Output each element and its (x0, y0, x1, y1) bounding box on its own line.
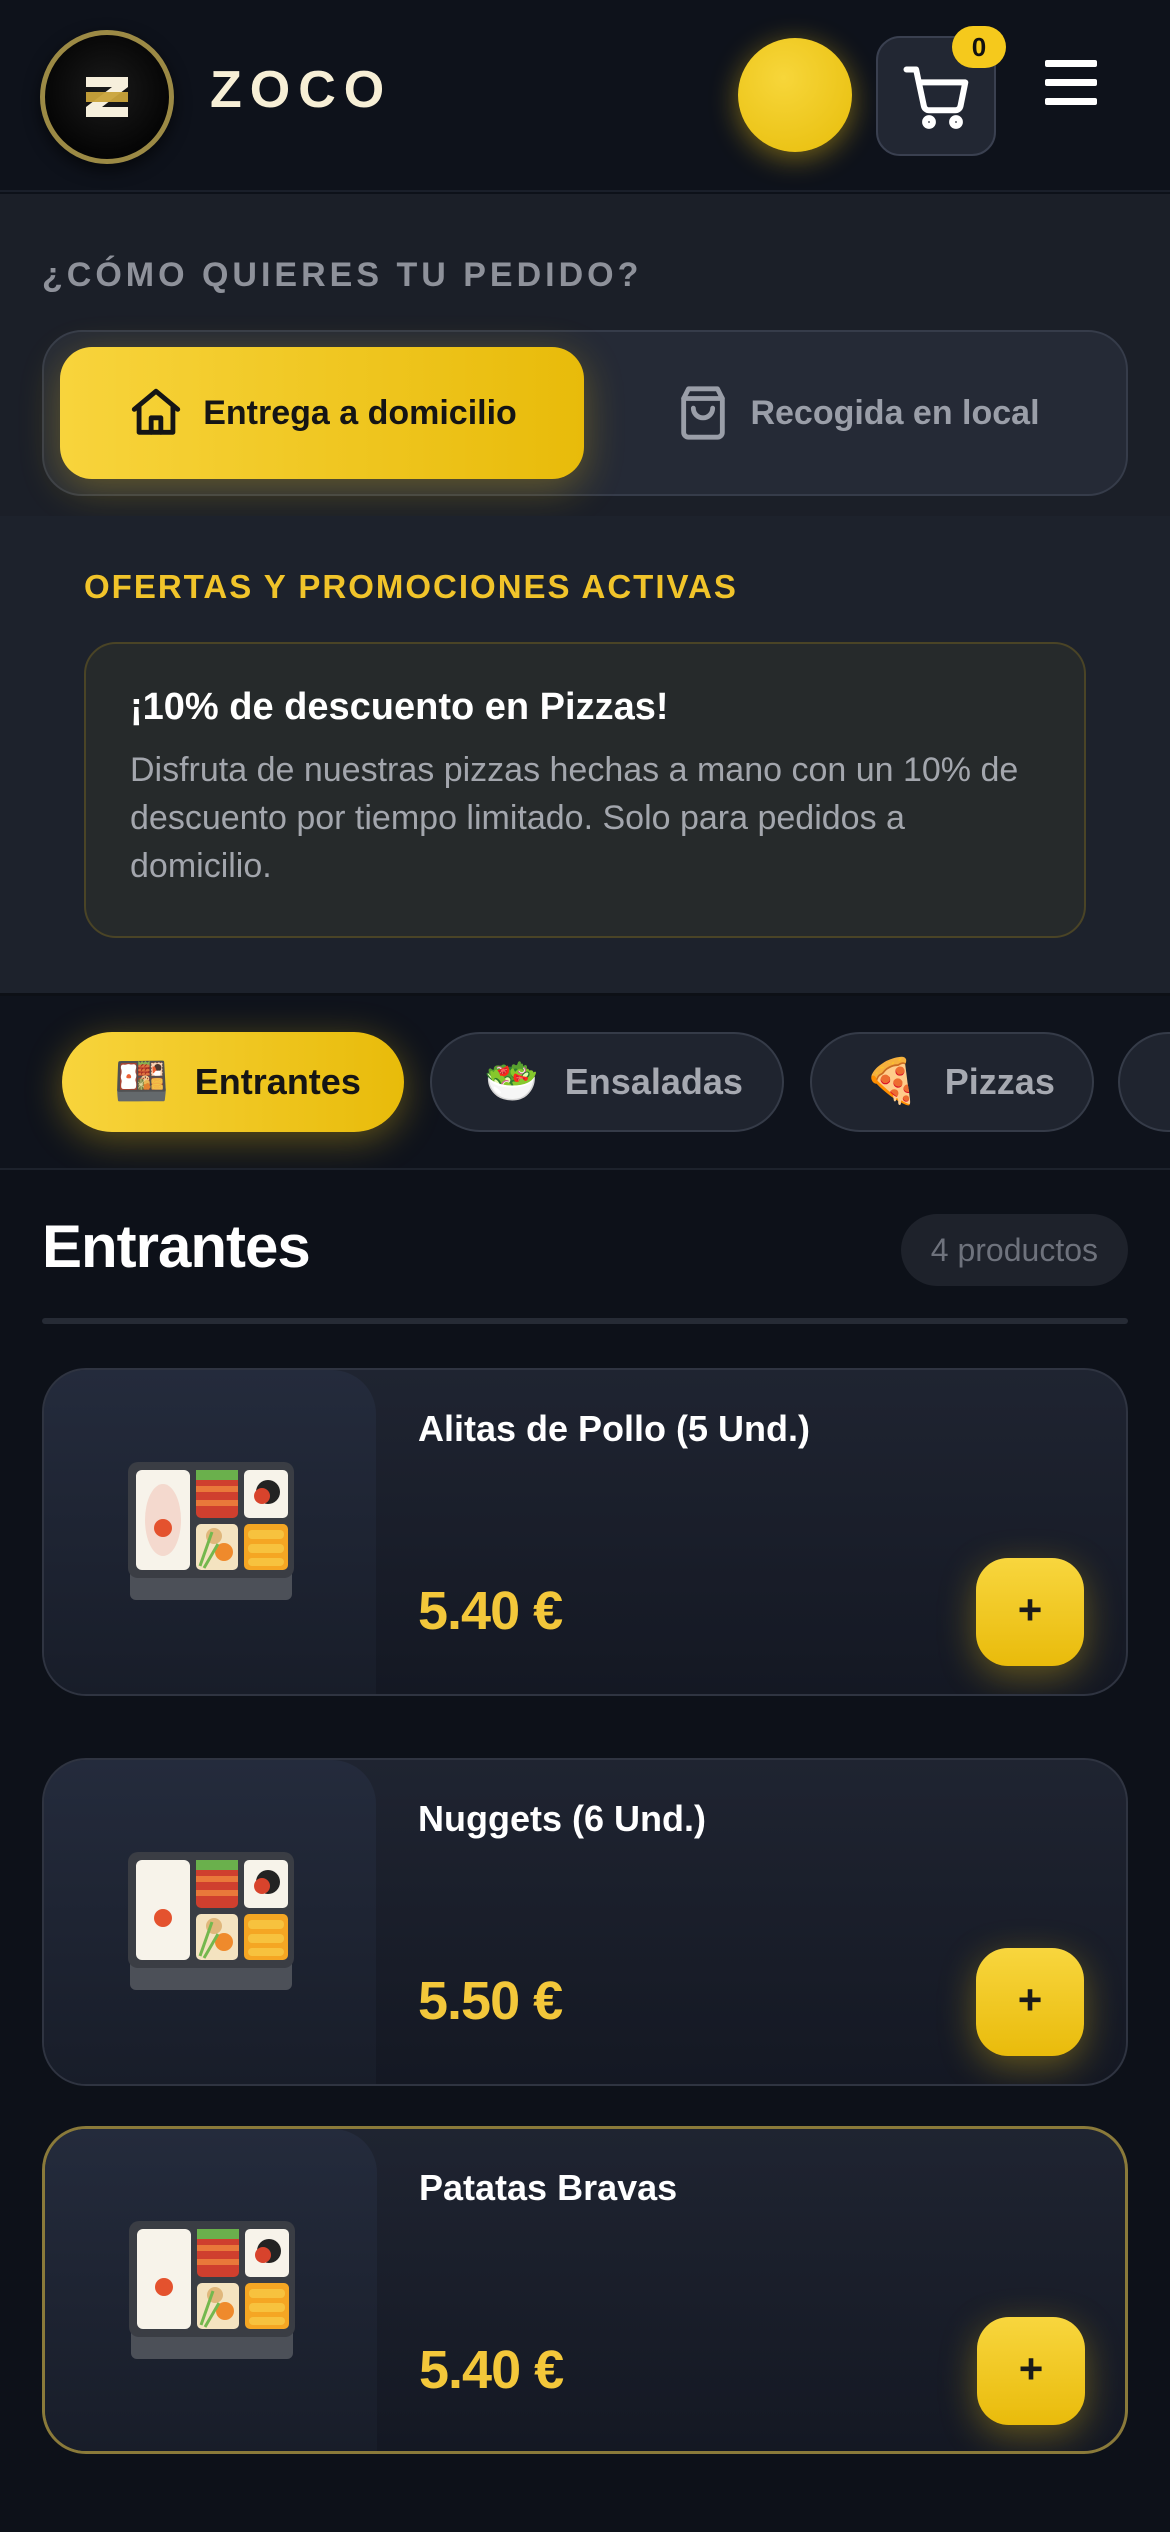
category-label: Entrantes (194, 1061, 361, 1102)
brand-name: ZOCO (210, 61, 393, 119)
promotions-section: OFERTAS Y PROMOCIONES ACTIVAS ¡10% de de… (0, 516, 1170, 994)
bento-box-icon (128, 1852, 294, 1990)
category-chip-pizzas[interactable]: 🍕 Pizzas (810, 1032, 1094, 1132)
order-type-title: ¿CÓMO QUIERES TU PEDIDO? (42, 256, 643, 294)
section-title: Entrantes (42, 1213, 311, 1280)
add-to-cart-button[interactable]: + (977, 2317, 1085, 2425)
product-count-badge: 4 productos (900, 1214, 1128, 1286)
product-price: 5.40 € (418, 1581, 563, 1641)
hamburger-icon (1045, 60, 1097, 67)
promo-card[interactable]: ¡10% de descuento en Pizzas! Disfruta de… (84, 642, 1086, 938)
product-image (44, 1370, 376, 1694)
bento-box-icon (129, 2221, 295, 2359)
salad-icon: 🥗 (484, 1057, 539, 1106)
account-avatar[interactable] (738, 38, 852, 152)
app-header: ZOCO 0 (0, 0, 1170, 192)
cart-count-badge: 0 (952, 26, 1006, 68)
promo-description: Disfruta de nuestras pizzas hechas a man… (130, 751, 1019, 885)
category-chip-more[interactable] (1118, 1032, 1170, 1132)
bento-box-icon (128, 1462, 294, 1600)
shopping-bag-icon (681, 386, 726, 440)
add-to-cart-button[interactable]: + (976, 1558, 1084, 1666)
pickup-label: Recogida en local (750, 393, 1040, 432)
order-type-toggle: Entrega a domicilio Recogida en local (42, 330, 1128, 496)
product-card[interactable]: Nuggets (6 Und.) 5.50 € + (42, 1758, 1128, 2086)
category-chip-ensaladas[interactable]: 🥗 Ensaladas (430, 1032, 784, 1132)
category-chip-entrantes[interactable]: 🍱 Entrantes (62, 1032, 404, 1132)
promotions-heading: OFERTAS Y PROMOCIONES ACTIVAS (84, 568, 738, 605)
product-card[interactable]: Alitas de Pollo (5 Und.) 5.40 € + (42, 1368, 1128, 1696)
product-name: Nuggets (6 Und.) (418, 1798, 706, 1839)
delivery-label: Entrega a domicilio (203, 393, 517, 432)
pickup-option[interactable]: Recogida en local (602, 347, 1112, 479)
product-name: Patatas Bravas (419, 2167, 678, 2208)
add-to-cart-button[interactable]: + (976, 1948, 1084, 2056)
product-name: Alitas de Pollo (5 Und.) (418, 1408, 811, 1449)
logo-z-icon (86, 77, 128, 117)
pizza-icon: 🍕 (864, 1057, 919, 1106)
promo-title: ¡10% de descuento en Pizzas! (130, 686, 669, 728)
product-image (44, 1760, 376, 2084)
product-price: 5.50 € (418, 1971, 563, 2031)
section-divider (42, 1318, 1128, 1324)
product-price: 5.40 € (419, 2340, 564, 2400)
product-card[interactable]: Patatas Bravas 5.40 € + (42, 2126, 1128, 2454)
category-label: Ensaladas (564, 1061, 743, 1102)
order-type-section: ¿CÓMO QUIERES TU PEDIDO? Entrega a domic… (0, 194, 1170, 516)
product-image (45, 2129, 377, 2451)
category-label: Pizzas (944, 1061, 1055, 1102)
cart-icon (903, 66, 969, 129)
bento-box-icon: 🍱 (114, 1057, 169, 1106)
delivery-option[interactable]: Entrega a domicilio (60, 347, 584, 479)
brand-logo[interactable] (40, 30, 174, 164)
menu-button[interactable] (1040, 60, 1110, 130)
category-bar[interactable]: 🍱 Entrantes 🥗 Ensaladas 🍕 Pizzas (0, 996, 1170, 1170)
home-icon (132, 388, 181, 435)
product-section-header: Entrantes 4 productos (42, 1208, 1128, 1328)
